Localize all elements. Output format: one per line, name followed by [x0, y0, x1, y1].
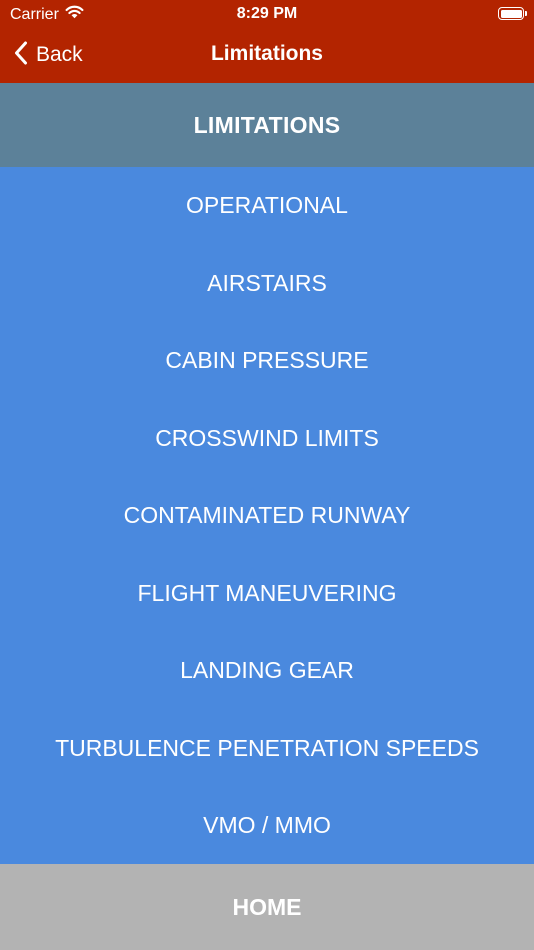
menu-item-cabin-pressure[interactable]: CABIN PRESSURE [0, 322, 534, 400]
menu-item-flight-maneuvering[interactable]: FLIGHT MANEUVERING [0, 555, 534, 633]
menu-item-vmo-mmo[interactable]: VMO / MMO [0, 787, 534, 865]
menu-item-airstairs[interactable]: AIRSTAIRS [0, 245, 534, 323]
menu-item-operational[interactable]: OPERATIONAL [0, 167, 534, 245]
status-bar: Carrier 8:29 PM [0, 0, 534, 28]
page-title: Limitations [210, 42, 323, 65]
menu-item-turbulence-penetration-speeds[interactable]: TURBULENCE PENETRATION SPEEDS [0, 710, 534, 788]
battery-icon [498, 7, 527, 20]
home-button[interactable]: HOME [0, 864, 534, 950]
section-header: LIMITATIONS [0, 83, 534, 167]
menu-item-landing-gear[interactable]: LANDING GEAR [0, 632, 534, 710]
battery-nub [525, 11, 527, 16]
status-time: 8:29 PM [236, 5, 298, 22]
menu-item-contaminated-runway[interactable]: CONTAMINATED RUNWAY [0, 477, 534, 555]
menu-item-crosswind-limits[interactable]: CROSSWIND LIMITS [0, 400, 534, 478]
navigation-bar: Back Limitations [0, 28, 534, 83]
battery-level [500, 9, 522, 18]
limitations-menu: OPERATIONAL AIRSTAIRS CABIN PRESSURE CRO… [0, 167, 534, 864]
